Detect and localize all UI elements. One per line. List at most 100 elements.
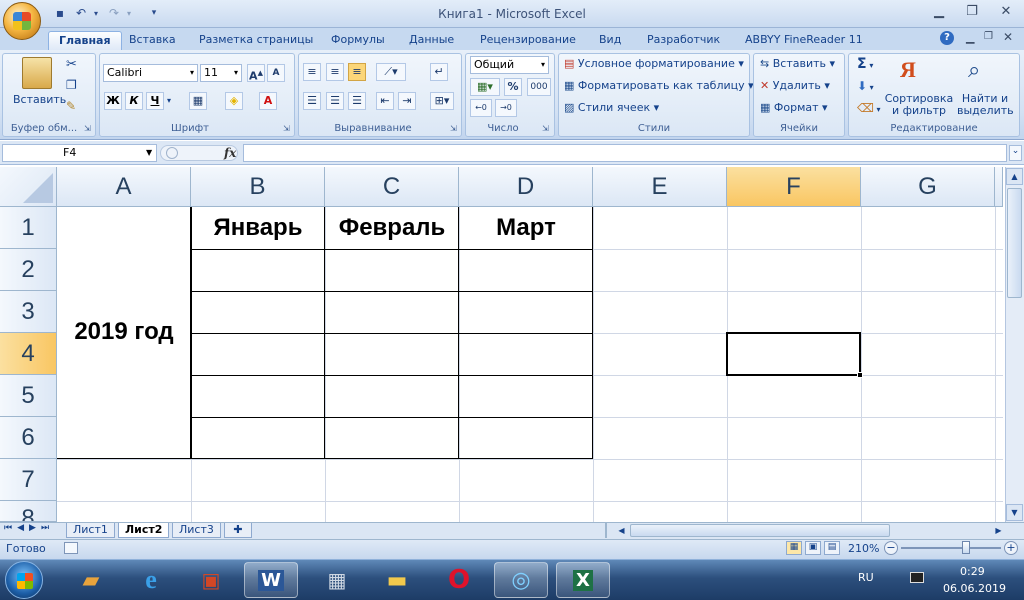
clear-icon[interactable]: ⌫ ▾ [857, 101, 881, 115]
minimize-icon[interactable]: ▁ [925, 4, 953, 22]
sheet-tab-2[interactable]: Лист2 [118, 523, 170, 538]
name-box[interactable]: F4 [2, 144, 157, 162]
start-button[interactable] [5, 561, 43, 599]
row-header-6[interactable]: 6 [0, 417, 57, 459]
network-icon[interactable] [910, 572, 924, 583]
sort-filter-button[interactable]: Сортировка и фильтр [884, 93, 954, 117]
expand-formula-icon[interactable]: ⌄ [1009, 145, 1022, 161]
fill-color-icon[interactable]: ◈ [225, 92, 243, 110]
column-header-d[interactable]: D [459, 167, 593, 207]
close-icon[interactable]: ✕ [992, 4, 1020, 22]
explorer-folder-icon[interactable]: ▬ [370, 562, 424, 598]
bold-button[interactable]: Ж [104, 92, 122, 110]
ribbon-restore-icon[interactable]: ❐ [984, 31, 993, 42]
tab-formulas[interactable]: Формулы [329, 31, 387, 50]
merged-cell-a1-a6[interactable]: 2019 год [57, 207, 191, 459]
increase-decimal-icon[interactable]: ←0 [470, 99, 492, 117]
cut-icon[interactable]: ✂ [66, 57, 77, 72]
opera-icon[interactable]: O [432, 562, 486, 598]
horizontal-scroll-thumb[interactable] [630, 524, 890, 537]
maximize-icon[interactable]: ❐ [958, 4, 986, 22]
copy-icon[interactable]: ❐ [66, 78, 77, 92]
increase-indent-icon[interactable]: ⇥ [398, 92, 416, 110]
align-middle-icon[interactable]: ≡ [326, 63, 344, 81]
align-left-icon[interactable]: ☰ [303, 92, 321, 110]
calculator-icon[interactable]: ▦ [310, 562, 364, 598]
wrap-text-icon[interactable]: ↵ [430, 63, 448, 81]
clock-date[interactable]: 06.06.2019 [943, 582, 1006, 595]
word-icon[interactable]: W [244, 562, 298, 598]
zoom-in-icon[interactable]: + [1004, 541, 1018, 555]
page-break-view-icon[interactable]: ▤ [824, 541, 840, 555]
conditional-formatting-button[interactable]: ▤ Условное форматирование ▾ [564, 57, 744, 70]
zoom-slider-thumb[interactable] [962, 541, 970, 554]
excel-icon[interactable]: X [556, 562, 610, 598]
tab-abbyy[interactable]: ABBYY FineReader 11 [743, 31, 865, 50]
underline-button[interactable]: Ч [146, 92, 164, 110]
tab-view[interactable]: Вид [597, 31, 623, 50]
new-sheet-icon[interactable]: ✚ [224, 523, 252, 538]
help-icon[interactable]: ? [940, 31, 954, 45]
office-button[interactable] [3, 2, 41, 40]
thousands-button[interactable]: 000 [527, 78, 551, 96]
normal-view-icon[interactable]: ▦ [786, 541, 802, 555]
decrease-decimal-icon[interactable]: →0 [495, 99, 517, 117]
shrink-font-icon[interactable]: A [267, 64, 285, 82]
column-header-e[interactable]: E [593, 167, 727, 207]
font-name-select[interactable]: Calibri ▾ [103, 64, 198, 82]
italic-button[interactable]: К [125, 92, 143, 110]
select-all-button[interactable] [0, 167, 57, 207]
scroll-up-icon[interactable]: ▲ [1006, 168, 1023, 185]
tab-page-layout[interactable]: Разметка страницы [197, 31, 315, 50]
align-center-icon[interactable]: ☰ [326, 92, 344, 110]
column-header-a[interactable]: A [57, 167, 191, 207]
dialog-launcher-icon[interactable]: ⇲ [84, 124, 91, 133]
sheet-nav-icon[interactable]: ⏮◀▶⏭ [4, 523, 54, 533]
zoom-level[interactable]: 210% [848, 542, 879, 555]
font-size-select[interactable]: 11 ▾ [200, 64, 242, 82]
zoom-out-icon[interactable]: − [884, 541, 898, 555]
merge-center-icon[interactable]: ⊞▾ [430, 92, 454, 110]
taskbar-app-icon[interactable]: ▰ [64, 562, 118, 598]
row-header-2[interactable]: 2 [0, 249, 57, 291]
column-header-f[interactable]: F [727, 167, 861, 207]
autosum-button[interactable]: Σ ▾ [857, 56, 873, 72]
name-box-dropdown-icon[interactable]: ▼ [146, 148, 152, 157]
orientation-icon[interactable]: ⟋▾ [376, 63, 406, 81]
align-right-icon[interactable]: ☰ [348, 92, 366, 110]
find-select-button[interactable]: Найти и выделить [957, 93, 1014, 117]
column-header-g[interactable]: G [861, 167, 995, 207]
tab-home[interactable]: Главная [48, 31, 122, 50]
ribbon-minimize-icon[interactable]: ▁ [966, 31, 974, 44]
row-header-3[interactable]: 3 [0, 291, 57, 333]
sheet-tab-1[interactable]: Лист1 [66, 523, 115, 538]
active-cell-f4[interactable] [726, 332, 861, 376]
row-header-1[interactable]: 1 [0, 207, 57, 249]
sheet-tab-3[interactable]: Лист3 [172, 523, 221, 538]
powerpoint-icon[interactable]: ▣ [184, 562, 238, 598]
fill-icon[interactable]: ⬇ ▾ [857, 79, 874, 93]
insert-function-icon[interactable]: fx [224, 146, 236, 160]
row-header-4[interactable]: 4 [0, 333, 57, 375]
clock-time[interactable]: 0:29 [960, 565, 985, 578]
scroll-down-icon[interactable]: ▼ [1006, 504, 1023, 521]
column-header-b[interactable]: B [191, 167, 325, 207]
dialog-launcher-icon[interactable]: ⇲ [450, 124, 457, 133]
tab-developer[interactable]: Разработчик [645, 31, 722, 50]
delete-cells-button[interactable]: ✕ Удалить ▾ [760, 79, 830, 92]
row-header-7[interactable]: 7 [0, 459, 57, 501]
zoom-app-icon[interactable]: ◎ [494, 562, 548, 598]
grow-font-icon[interactable]: A▲ [247, 64, 265, 83]
column-header-h[interactable] [995, 167, 1003, 207]
row-header-8[interactable]: 8 [0, 501, 57, 522]
font-color-icon[interactable]: A [259, 92, 277, 110]
tab-insert[interactable]: Вставка [127, 31, 178, 50]
scroll-left-icon[interactable]: ◀ [615, 524, 628, 538]
format-cells-button[interactable]: ▦ Формат ▾ [760, 101, 828, 114]
tab-data[interactable]: Данные [407, 31, 456, 50]
tab-split-handle[interactable] [605, 523, 613, 538]
sort-filter-icon[interactable]: Я [900, 57, 916, 83]
align-bottom-icon[interactable]: ≡ [348, 63, 366, 81]
page-layout-view-icon[interactable]: ▣ [805, 541, 821, 555]
row-header-5[interactable]: 5 [0, 375, 57, 417]
